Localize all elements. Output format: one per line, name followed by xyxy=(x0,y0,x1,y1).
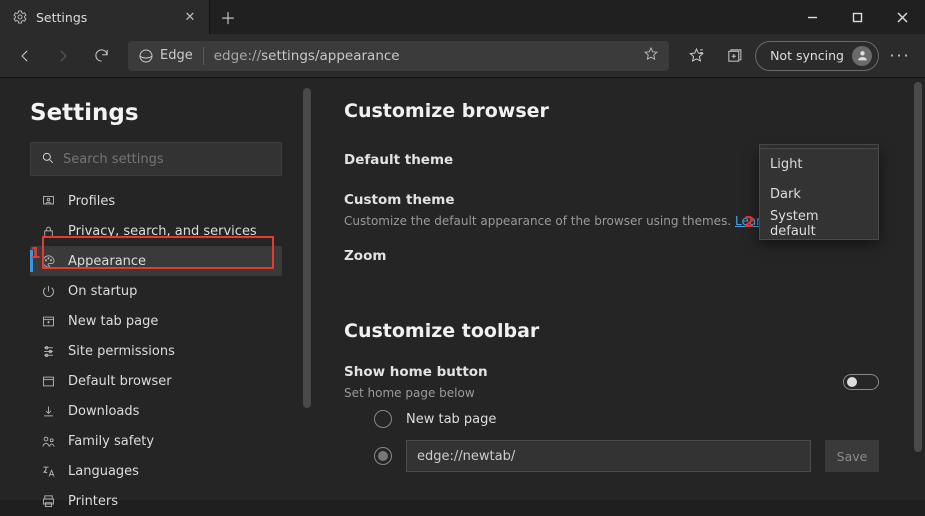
sidebar-item-default-browser[interactable]: Default browser xyxy=(30,366,282,396)
family-icon xyxy=(40,433,56,449)
download-icon xyxy=(40,403,56,419)
back-button[interactable] xyxy=(8,40,42,72)
close-window-button[interactable] xyxy=(880,0,925,34)
settings-heading: Settings xyxy=(30,100,282,126)
language-icon xyxy=(40,463,56,479)
show-home-toggle[interactable] xyxy=(843,374,879,390)
profile-state: Not syncing xyxy=(770,48,844,63)
gear-icon xyxy=(12,9,28,25)
menu-button[interactable]: ··· xyxy=(883,40,917,72)
sidebar-scrollbar[interactable] xyxy=(300,78,314,500)
titlebar: Settings ✕ ＋ xyxy=(0,0,925,34)
radio-new-tab-label: New tab page xyxy=(406,412,496,427)
theme-option-light[interactable]: Light xyxy=(760,149,878,179)
sliders-icon xyxy=(40,343,56,359)
profile-icon xyxy=(40,193,56,209)
avatar-icon xyxy=(852,46,872,66)
customize-browser-heading: Customize browser xyxy=(344,100,879,122)
content-scrollbar[interactable] xyxy=(914,82,922,494)
theme-option-dark[interactable]: Dark xyxy=(760,179,878,209)
sidebar-item-profiles[interactable]: Profiles xyxy=(30,186,282,216)
sidebar-item-permissions[interactable]: Site permissions xyxy=(30,336,282,366)
show-home-label: Show home button xyxy=(344,364,488,380)
sidebar-item-startup[interactable]: On startup xyxy=(30,276,282,306)
sidebar-item-newtab[interactable]: New tab page xyxy=(30,306,282,336)
address-bar[interactable]: Edge edge://settings/appearance xyxy=(128,41,669,71)
power-icon xyxy=(40,283,56,299)
theme-dropdown: Light Dark System default xyxy=(759,148,879,240)
sidebar-item-printers[interactable]: Printers xyxy=(30,486,282,516)
settings-content: Customize browser Default theme Dark Cus… xyxy=(314,78,925,500)
minimize-button[interactable] xyxy=(790,0,835,34)
palette-icon xyxy=(40,253,56,269)
maximize-button[interactable] xyxy=(835,0,880,34)
search-input[interactable] xyxy=(63,152,271,167)
zoom-label: Zoom xyxy=(344,248,386,264)
sidebar-item-languages[interactable]: Languages xyxy=(30,456,282,486)
refresh-button[interactable] xyxy=(84,40,118,72)
theme-option-system[interactable]: System default xyxy=(760,209,878,239)
radio-new-tab-page[interactable] xyxy=(374,410,392,428)
settings-sidebar: Settings Profiles Privacy, search, and s… xyxy=(0,78,300,500)
edge-logo-icon: Edge xyxy=(138,48,193,64)
address-url: edge://settings/appearance xyxy=(214,48,633,64)
address-browser-label: Edge xyxy=(160,48,193,63)
search-icon xyxy=(41,150,55,169)
search-settings[interactable] xyxy=(30,142,282,176)
printer-icon xyxy=(40,493,56,509)
lock-icon xyxy=(40,223,56,239)
favorites-icon[interactable] xyxy=(679,40,713,72)
customize-toolbar-heading: Customize toolbar xyxy=(344,320,879,342)
tab-title: Settings xyxy=(36,10,173,25)
forward-button[interactable] xyxy=(46,40,80,72)
home-url-input[interactable] xyxy=(406,440,811,472)
new-tab-button[interactable]: ＋ xyxy=(210,0,246,34)
sidebar-item-appearance[interactable]: Appearance xyxy=(30,246,282,276)
collections-icon[interactable] xyxy=(717,40,751,72)
toolbar: Edge edge://settings/appearance Not sync… xyxy=(0,34,925,78)
newtab-icon xyxy=(40,313,56,329)
sidebar-item-family[interactable]: Family safety xyxy=(30,426,282,456)
browser-icon xyxy=(40,373,56,389)
save-button[interactable]: Save xyxy=(825,440,879,472)
profile-button[interactable]: Not syncing xyxy=(755,41,879,71)
default-theme-label: Default theme xyxy=(344,152,453,168)
show-home-sub: Set home page below xyxy=(344,386,488,400)
sidebar-item-privacy[interactable]: Privacy, search, and services xyxy=(30,216,282,246)
radio-custom-url[interactable] xyxy=(374,447,392,465)
browser-tab[interactable]: Settings ✕ xyxy=(0,0,210,34)
sidebar-item-downloads[interactable]: Downloads xyxy=(30,396,282,426)
close-tab-button[interactable]: ✕ xyxy=(181,8,199,26)
favorite-star-icon[interactable] xyxy=(643,46,659,66)
